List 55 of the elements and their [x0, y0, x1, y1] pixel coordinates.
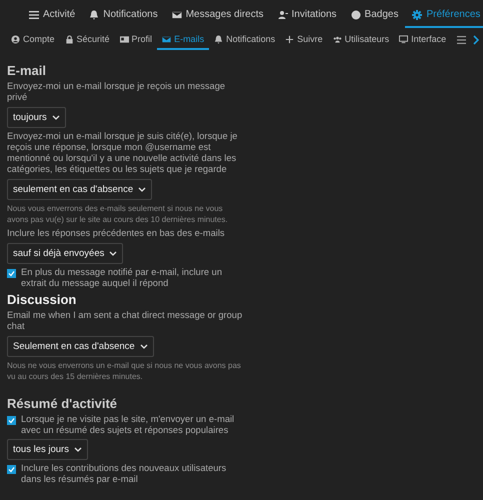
dropdown[interactable]: seulement en cas d'absence — [7, 179, 152, 200]
dropdown[interactable]: tous les jours — [7, 439, 88, 460]
settings-tab[interactable]: Compte — [6, 30, 60, 50]
settings-tab[interactable]: Interface — [394, 30, 452, 50]
checkbox-label: Inclure les contributions des nouveaux utilisateurs dans les résumés par e-mail — [21, 463, 228, 485]
nav-tab[interactable]: Notifications — [82, 3, 165, 28]
chevron-down-icon — [140, 344, 148, 349]
badge-icon — [350, 10, 361, 20]
menu-icon[interactable] — [457, 36, 466, 44]
section-heading: Résumé d'activité — [7, 396, 118, 411]
nav-tab[interactable]: Activité — [22, 3, 82, 28]
checkbox-label: En plus du message notifié par e-mail, inclure un extrait du message auquel il répond — [21, 267, 224, 289]
nav-tab[interactable]: Messages directs — [164, 3, 271, 28]
bell-icon — [214, 34, 224, 44]
chevron-down-icon — [74, 447, 82, 452]
setting-label: Envoyez-moi un e-mail lorsque je reçois un message privé — [7, 81, 226, 103]
bell-icon — [89, 10, 100, 20]
users-icon — [332, 34, 342, 44]
settings-tab[interactable]: E-mails — [157, 30, 210, 50]
checkbox-label: Lorsque je ne visite pas le site, m'envoyer un e-mail avec un résumé des sujets et réponses populaires — [21, 414, 236, 436]
settings-tab[interactable]: Profil — [114, 30, 158, 50]
nav-tab[interactable]: Préférences — [405, 3, 483, 28]
nav-tab[interactable]: Invitations — [270, 3, 344, 28]
user-icon — [11, 34, 20, 44]
settings-tab[interactable]: Suivre — [280, 30, 328, 50]
setting-label: Envoyez-moi un e-mail lorsque je suis cité(e), lorsque je reçois une réponse, lorsque mon @username est mentionné ou lorsqu'il y a une nouvelle activité dans les catégories, les étiquettes ou les sujets que je regarde — [7, 131, 238, 175]
envelope-icon — [172, 10, 182, 20]
lock-icon — [64, 34, 74, 44]
list-icon — [29, 10, 39, 20]
envelope-icon — [162, 34, 172, 44]
dropdown[interactable]: toujours — [7, 107, 66, 128]
settings-tab[interactable]: Notifications — [209, 30, 280, 50]
help-text: Nous vous enverrons des e-mails seulement si nous ne vous avons pas vu(e) sur le site au cours des 10 dernières minutes. — [7, 203, 229, 225]
monitor-icon — [399, 34, 408, 44]
dropdown[interactable]: sauf si déjà envoyées — [7, 243, 124, 264]
checkbox[interactable] — [7, 465, 16, 474]
settings-tab[interactable]: Sécurité — [60, 30, 115, 50]
checkbox[interactable] — [7, 416, 16, 425]
chevron-down-icon — [52, 115, 60, 120]
person-icon — [278, 10, 288, 20]
chevron-right-icon[interactable] — [473, 35, 480, 45]
id-card-icon — [120, 34, 129, 44]
setting-label: Email me when I am sent a chat direct message or group chat — [7, 310, 243, 332]
settings-tab[interactable]: Utilisateurs — [328, 30, 394, 50]
plus-icon — [285, 34, 294, 44]
nav-tab[interactable]: Badges — [344, 3, 406, 28]
setting-label: Inclure les réponses précédentes en bas des e-mails — [7, 228, 226, 239]
chevron-down-icon — [109, 251, 118, 256]
section-heading: E-mail — [7, 63, 48, 78]
section-heading: Discussion — [7, 292, 78, 307]
settings-icon — [412, 10, 422, 20]
chevron-down-icon — [138, 187, 146, 192]
checkbox[interactable] — [7, 269, 16, 278]
dropdown[interactable]: Seulement en cas d'absence — [7, 336, 154, 357]
help-text: Nous ne vous enverrons un e-mail que si nous ne vous avons pas vu au cours des 15 dernières minutes. — [7, 360, 242, 382]
